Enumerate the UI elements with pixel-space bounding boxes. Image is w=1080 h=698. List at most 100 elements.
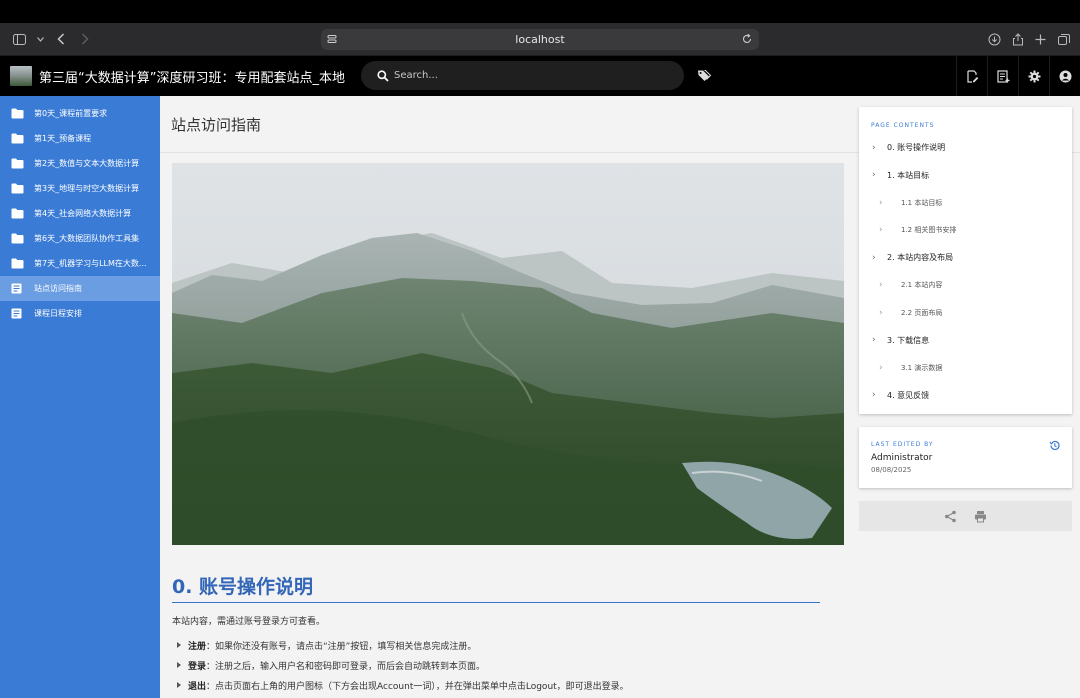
browser-toolbar: localhost <box>0 23 1080 56</box>
toc-item[interactable]: › 4. 意见反馈 <box>859 382 1072 410</box>
sidebar-item-label: 第1天_预备课程 <box>34 134 92 143</box>
sidebar-item[interactable]: 第6天_大数据团队协作工具集 <box>0 226 160 251</box>
sidebar-item-label: 第4天_社会网络大数据计算 <box>34 209 132 218</box>
sidebar-item[interactable]: 第1天_预备课程 <box>0 126 160 151</box>
site-settings-icon[interactable] <box>326 33 338 45</box>
bullet-triangle-icon <box>177 642 181 648</box>
toc-item-label: 2. 本站内容及布局 <box>887 253 954 263</box>
bullet-triangle-icon <box>177 682 181 688</box>
tab-overview-icon[interactable] <box>1057 33 1070 46</box>
last-edited-card: LAST EDITED BY Administrator 08/08/2025 <box>859 427 1072 488</box>
toc-item-label: 1.1 本站目标 <box>901 198 943 207</box>
page-contents-panel: PAGE CONTENTS › 0. 账号操作说明 › 1. 本站目标 › 1.1 本站目… <box>859 107 1072 414</box>
folder-icon <box>11 208 24 219</box>
sidebar-item-label: 课程日程安排 <box>34 309 82 318</box>
sidebar-item[interactable]: 第2天_数值与文本大数据计算 <box>0 151 160 176</box>
sidebar-item-label: 第7天_机器学习与LLM在大数... <box>34 259 147 268</box>
forward-icon[interactable] <box>78 32 92 46</box>
screen-top-bar <box>0 0 1080 23</box>
page-icon <box>11 308 24 319</box>
edit-page-icon <box>966 69 978 83</box>
toc-item[interactable]: › 3. 下载信息 <box>859 327 1072 355</box>
list-item: 注册：如果你还没有账号，请点击“注册”按钮，填写相关信息完成注册。 <box>172 635 844 655</box>
chevron-right-icon: › <box>872 142 876 153</box>
chevron-right-icon: › <box>879 280 883 291</box>
instruction-list: 注册：如果你还没有账号，请点击“注册”按钮，填写相关信息完成注册。 登录：注册之后… <box>172 635 844 695</box>
sidebar-item[interactable]: 第0天_课程前置要求 <box>0 101 160 126</box>
toc-item[interactable]: › 1.2 相关图书安排 <box>859 217 1072 245</box>
content-area: 站点访问指南 0. 账号操作说明 本站内容，需通过账号登录方可查看。 注册：如果… <box>160 96 1080 698</box>
download-icon[interactable] <box>988 33 1001 46</box>
gear-icon <box>1028 70 1040 82</box>
toc-item-label: 4. 意见反馈 <box>887 390 930 400</box>
sidebar-item[interactable]: 站点访问指南 <box>0 276 160 301</box>
chevron-right-icon: › <box>872 390 876 401</box>
list-item-text: ：点击页面右上角的用户图标（下方会出现Account一词），并在弹出菜单中点击L… <box>206 681 629 692</box>
list-item: 登录：注册之后，输入用户名和密码即可登录，而后会自动跳转到本页面。 <box>172 655 844 675</box>
toc-item-label: 0. 账号操作说明 <box>887 143 946 153</box>
sidebar-item[interactable]: 第4天_社会网络大数据计算 <box>0 201 160 226</box>
share-icon[interactable] <box>1011 33 1024 46</box>
bullet-triangle-icon <box>177 662 181 668</box>
search-input[interactable] <box>394 70 654 81</box>
address-bar[interactable]: localhost <box>321 29 759 50</box>
sidebar-item[interactable]: 课程日程安排 <box>0 301 160 326</box>
list-item-term: 登录 <box>188 661 207 672</box>
toc-item-label: 1. 本站目标 <box>887 170 930 180</box>
toc-item[interactable]: › 2.2 页面布局 <box>859 299 1072 327</box>
folder-icon <box>11 183 24 194</box>
reload-icon[interactable] <box>741 33 753 45</box>
new-tab-icon[interactable] <box>1034 33 1047 46</box>
site-logo[interactable] <box>10 66 32 86</box>
toc-item-label: 1.2 相关图书安排 <box>901 226 957 235</box>
chevron-right-icon: › <box>879 225 883 236</box>
sidebar-item[interactable]: 第3天_地理与时空大数据计算 <box>0 176 160 201</box>
toc-item-label: 3.1 演示数据 <box>901 363 943 372</box>
tags-icon[interactable] <box>697 69 711 83</box>
toc-item[interactable]: › 1.1 本站目标 <box>859 189 1072 217</box>
share-icon[interactable] <box>944 510 957 523</box>
new-page-button[interactable] <box>987 56 1018 96</box>
toc-heading: PAGE CONTENTS <box>871 122 935 129</box>
sidebar-nav: 第0天_课程前置要求 第1天_预备课程第2天_数值与文本大数据计算 第3天_地理与时… <box>0 96 160 698</box>
chevron-down-icon[interactable] <box>36 32 44 46</box>
toc-item[interactable]: › 1. 本站目标 <box>859 162 1072 190</box>
chevron-right-icon: › <box>872 335 876 346</box>
chevron-right-icon: › <box>872 252 876 263</box>
section-heading: 0. 账号操作说明 <box>172 572 820 603</box>
folder-icon <box>11 158 24 169</box>
last-edited-user[interactable]: Administrator <box>871 453 932 463</box>
list-item-term: 退出 <box>188 681 207 692</box>
intro-text: 本站内容，需通过账号登录方可查看。 <box>172 617 326 627</box>
list-item-text: ：注册之后，输入用户名和密码即可登录，而后会自动跳转到本页面。 <box>206 661 486 672</box>
page-title: 站点访问指南 <box>171 115 262 134</box>
print-icon[interactable] <box>974 510 987 523</box>
hero-image <box>172 163 844 545</box>
edit-page-button[interactable] <box>956 56 987 96</box>
sidebar-item-label: 站点访问指南 <box>34 284 82 293</box>
last-edited-label: LAST EDITED BY <box>871 441 934 448</box>
folder-icon <box>11 108 24 119</box>
toc-item[interactable]: › 0. 账号操作说明 <box>859 134 1072 162</box>
toc-item[interactable]: › 2.1 本站内容 <box>859 272 1072 300</box>
page-actions-bar <box>859 501 1072 531</box>
site-title[interactable]: 第三届“大数据计算”深度研习班：专用配套站点_本地 <box>39 67 345 86</box>
list-item-term: 注册 <box>188 641 207 652</box>
history-icon[interactable] <box>1049 440 1060 451</box>
sidebar-item[interactable]: 第7天_机器学习与LLM在大数... <box>0 251 160 276</box>
toc-item-label: 2.1 本站内容 <box>901 281 943 290</box>
toc-item-label: 3. 下载信息 <box>887 335 930 345</box>
toc-item[interactable]: › 3.1 演示数据 <box>859 354 1072 382</box>
search-icon <box>377 69 389 82</box>
account-button[interactable] <box>1049 56 1080 96</box>
sidebar-item-label: 第0天_课程前置要求 <box>34 109 108 118</box>
chevron-right-icon: › <box>879 197 883 208</box>
settings-button[interactable] <box>1018 56 1049 96</box>
back-icon[interactable] <box>54 32 68 46</box>
search-box[interactable] <box>361 61 684 90</box>
last-edited-date: 08/08/2025 <box>871 466 912 474</box>
url-text: localhost <box>515 33 565 46</box>
folder-icon <box>11 133 24 144</box>
toc-item[interactable]: › 2. 本站内容及布局 <box>859 244 1072 272</box>
sidebar-toggle-icon[interactable] <box>12 32 26 46</box>
